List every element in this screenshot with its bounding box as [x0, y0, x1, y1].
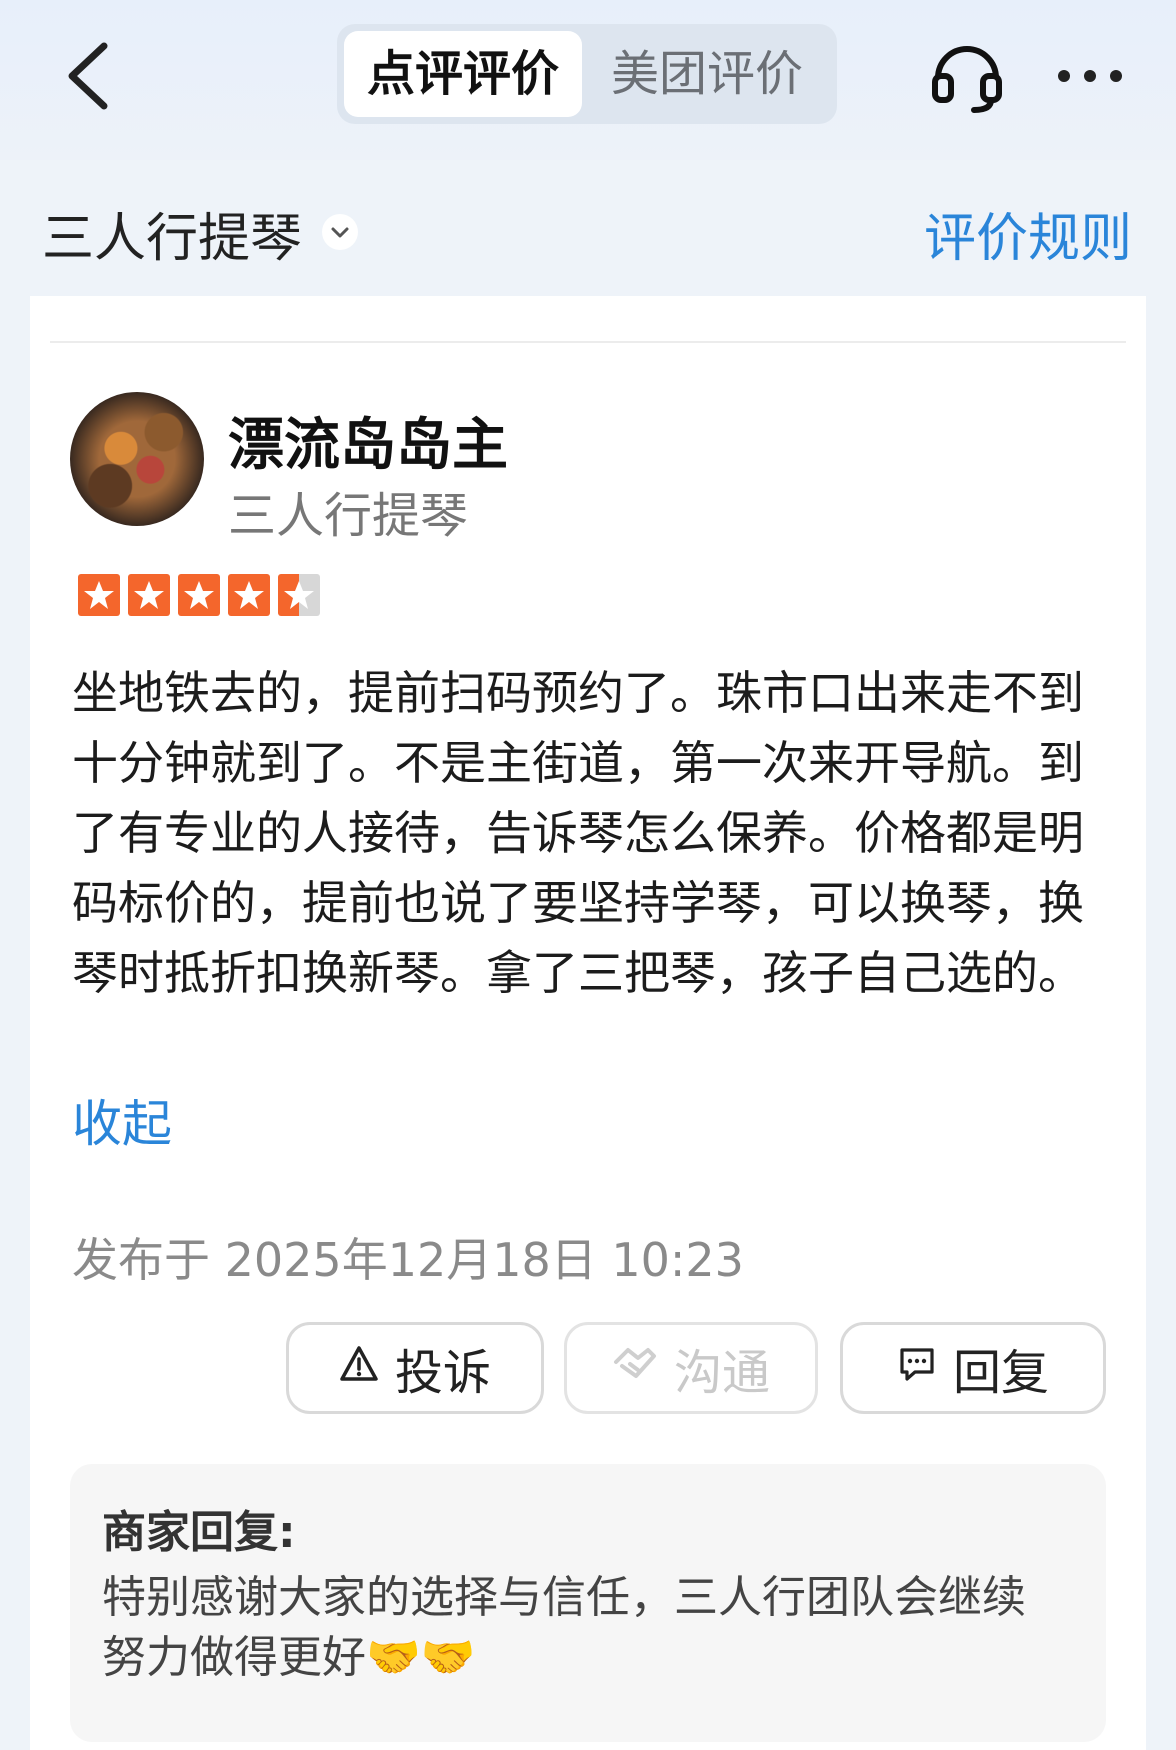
warning-icon — [339, 1340, 379, 1396]
review-rules-link[interactable]: 评价规则 — [924, 196, 1132, 271]
more-options-icon[interactable] — [1050, 56, 1130, 96]
collapse-link[interactable]: 收起 — [72, 1084, 172, 1156]
complain-label: 投诉 — [394, 1345, 491, 1401]
reply-label: 回复 — [952, 1345, 1049, 1401]
shop-name[interactable]: 三人行提琴 — [42, 196, 302, 271]
review-body: 坐地铁去的，提前扫码预约了。珠市口出来走不到十分钟就到了。不是主街道，第一次来开… — [72, 666, 1084, 1000]
shop-header: 三人行提琴 评价规则 — [0, 170, 1176, 290]
tab-meituan-reviews[interactable]: 美团评价 — [587, 31, 827, 117]
review-source-switch: 点评评价 美团评价 — [337, 24, 837, 124]
merchant-reply: 商家回复: 特别感谢大家的选择与信任，三人行团队会继续努力做得更好🤝🤝 — [70, 1464, 1106, 1742]
comment-icon — [897, 1340, 937, 1396]
review-detail-page: 点评评价 美团评价 三人行提琴 评价规则 漂流岛岛主 三人行提琴 坐地铁去的，提… — [0, 0, 1176, 1750]
review-card: 漂流岛岛主 三人行提琴 坐地铁去的，提前扫码预约了。珠市口出来走不到十分钟就到了… — [30, 296, 1146, 1750]
rating-stars — [78, 574, 320, 616]
chat-button[interactable]: 沟通 — [564, 1322, 818, 1414]
star-icon — [128, 574, 170, 616]
top-nav-bar: 点评评价 美团评价 — [0, 0, 1176, 160]
tab-dianping-reviews[interactable]: 点评评价 — [344, 31, 582, 117]
reviewed-shop-name: 三人行提琴 — [228, 488, 469, 544]
merchant-reply-text: 特别感谢大家的选择与信任，三人行团队会继续努力做得更好🤝🤝 — [102, 1572, 1026, 1683]
star-icon — [78, 574, 120, 616]
complain-button[interactable]: 投诉 — [286, 1322, 544, 1414]
publish-time: 发布于 2025年12月18日 10:23 — [72, 1233, 744, 1287]
back-icon[interactable] — [60, 38, 120, 114]
reply-button[interactable]: 回复 — [840, 1322, 1106, 1414]
avatar[interactable] — [70, 392, 204, 526]
chat-label: 沟通 — [673, 1345, 770, 1401]
chevron-down-icon[interactable] — [322, 214, 358, 250]
handshake-icon — [612, 1340, 658, 1396]
merchant-reply-label: 商家回复: — [102, 1507, 296, 1558]
divider — [50, 341, 1126, 343]
half-star-icon — [278, 574, 320, 616]
star-icon — [178, 574, 220, 616]
customer-service-icon[interactable] — [930, 36, 1004, 114]
reviewer-name[interactable]: 漂流岛岛主 — [228, 400, 508, 481]
star-icon — [228, 574, 270, 616]
